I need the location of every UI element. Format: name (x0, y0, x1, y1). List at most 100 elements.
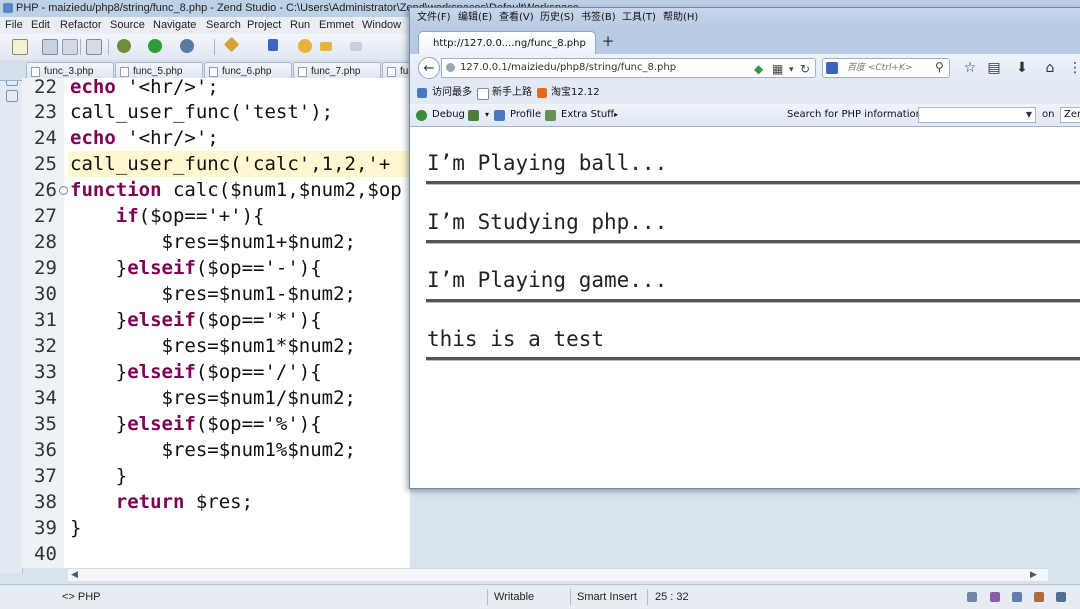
browser-tab-strip: http://127.0.0....ng/func_8.php + (410, 28, 1080, 55)
chevron-down-icon[interactable]: ▾ (485, 104, 489, 126)
line-number: 32 (34, 335, 57, 357)
editor-horizontal-scrollbar[interactable]: ◀ ▶ (68, 568, 1048, 581)
menu-window[interactable]: Window (362, 17, 401, 34)
menu-emmet[interactable]: Emmet (319, 17, 354, 34)
search-engine-icon[interactable] (826, 62, 838, 74)
line-number: 36 (34, 439, 57, 461)
firefox-window: 文件(F) 编辑(E) 查看(V) 历史(S) 书签(B) 工具(T) 帮助(H… (409, 7, 1080, 489)
menu-file[interactable]: File (5, 17, 23, 34)
code-line: call_user_func('test'); (70, 101, 334, 123)
bookmark-getting-started[interactable]: 新手上路 (492, 82, 532, 104)
tray-icon[interactable] (967, 592, 977, 602)
code-line: echo '<hr/>'; (70, 76, 219, 98)
line-number: 39 (34, 517, 57, 539)
status-divider (487, 589, 488, 605)
scroll-right-icon[interactable]: ▶ (1030, 569, 1037, 581)
debug-icon[interactable] (117, 39, 131, 53)
browser-tab-active[interactable]: http://127.0.0....ng/func_8.php (418, 31, 596, 55)
external-tools-icon[interactable] (180, 39, 194, 53)
search-icon[interactable]: ⚲ (935, 60, 944, 74)
line-number: 28 (34, 231, 57, 253)
menu-history-cn[interactable]: 历史(S) (540, 8, 574, 28)
forward-arrow-icon[interactable] (350, 42, 362, 51)
toolbar-divider (80, 39, 81, 55)
code-line: }elseif($op=='*'){ (70, 309, 322, 331)
profile-button[interactable]: Profile (510, 104, 541, 126)
menu-file-cn[interactable]: 文件(F) (417, 8, 451, 28)
php-search-select[interactable]: ▼ (918, 107, 1036, 123)
horizontal-rule (426, 299, 1080, 303)
reload-icon[interactable]: ↻ (800, 62, 810, 76)
horizontal-rule (426, 181, 1080, 185)
browser-search-box[interactable]: 百度 <Ctrl+K> ⚲ (822, 58, 950, 78)
status-writable: Writable (494, 591, 535, 603)
code-line: }elseif($op=='%'){ (70, 413, 322, 435)
browser-menu-bar: 文件(F) 编辑(E) 查看(V) 历史(S) 书签(B) 工具(T) 帮助(H… (410, 8, 1080, 28)
bookmark-most-visited[interactable]: 访问最多 (432, 82, 472, 104)
tray-icon[interactable] (990, 592, 1000, 602)
back-button[interactable]: ← (418, 57, 440, 79)
toolbar-divider (108, 39, 109, 55)
menu-project[interactable]: Project (247, 17, 281, 34)
outline-icon[interactable] (6, 90, 18, 102)
menu-tools-cn[interactable]: 工具(T) (622, 8, 656, 28)
print-icon[interactable] (86, 39, 102, 55)
save-all-icon[interactable] (62, 39, 78, 55)
reading-list-icon[interactable]: ▤ (985, 59, 1003, 77)
page-icon (477, 88, 489, 100)
line-number: 30 (34, 283, 57, 305)
globe-icon (446, 63, 455, 72)
menu-view-cn[interactable]: 查看(V) (499, 8, 534, 28)
download-icon[interactable]: ⬇ (1013, 59, 1031, 77)
new-file-icon[interactable] (12, 39, 28, 55)
menu-source[interactable]: Source (110, 17, 145, 34)
back-arrow-icon[interactable] (320, 42, 332, 51)
menu-refactor[interactable]: Refactor (60, 17, 102, 34)
php-file-icon (298, 67, 307, 77)
qr-code-icon[interactable]: ▦ (772, 62, 783, 76)
save-icon[interactable] (42, 39, 58, 55)
code-line: $res=$num1+$num2; (70, 231, 356, 253)
debug-bug-icon (416, 110, 427, 121)
bookmark-star-icon[interactable]: ☆ (961, 59, 979, 77)
new-tab-button[interactable]: + (600, 31, 616, 51)
extra-stuff-button[interactable]: Extra Stuff▸ (561, 104, 618, 126)
code-line: }elseif($op=='-'){ (70, 257, 322, 279)
overflow-menu-icon[interactable]: ⋮ (1066, 59, 1080, 77)
menu-bookmarks-cn[interactable]: 书签(B) (581, 8, 616, 28)
image-icon[interactable] (468, 110, 479, 121)
menu-help-cn[interactable]: 帮助(H) (663, 8, 698, 28)
debug-button[interactable]: Debug (432, 104, 465, 126)
php-search-label: Search for PHP information: (787, 109, 926, 120)
fold-toggle-icon[interactable] (59, 186, 68, 195)
output-line: I’m Studying php... (427, 210, 668, 234)
scroll-left-icon[interactable]: ◀ (71, 569, 78, 581)
dropdown-icon[interactable]: ▾ (789, 63, 794, 77)
back-history-icon[interactable] (298, 39, 312, 53)
code-line: if($op=='+'){ (115, 205, 265, 227)
pointer-icon[interactable] (268, 39, 278, 51)
ide-left-trim (0, 68, 23, 573)
url-bar[interactable]: 127.0.0.1/maiziedu/php8/string/func_8.ph… (441, 58, 816, 78)
shield-icon[interactable]: ◆ (754, 62, 763, 76)
line-number: 33 (34, 361, 57, 383)
horizontal-rule (426, 240, 1080, 244)
menu-search[interactable]: Search (206, 17, 241, 34)
zend-site-select[interactable]: Zend (1060, 107, 1080, 123)
tray-icon[interactable] (1034, 592, 1044, 602)
tray-icon[interactable] (1056, 592, 1066, 602)
run-icon[interactable] (148, 39, 162, 53)
menu-edit-cn[interactable]: 编辑(E) (458, 8, 492, 28)
menu-edit[interactable]: Edit (31, 17, 50, 34)
home-icon[interactable]: ⌂ (1041, 59, 1059, 77)
ide-status-bar: <> PHP Writable Smart Insert 25 : 32 (0, 584, 1080, 609)
bookmark-taobao[interactable]: 淘宝12.12 (551, 82, 600, 104)
line-number: 40 (34, 543, 57, 565)
menu-run[interactable]: Run (290, 17, 310, 34)
chevron-down-icon: ▸ (614, 110, 619, 119)
pen-icon[interactable] (223, 36, 240, 53)
profile-icon (494, 110, 505, 121)
menu-navigate[interactable]: Navigate (153, 17, 196, 34)
tray-icon[interactable] (1012, 592, 1022, 602)
php-file-icon (387, 67, 396, 77)
